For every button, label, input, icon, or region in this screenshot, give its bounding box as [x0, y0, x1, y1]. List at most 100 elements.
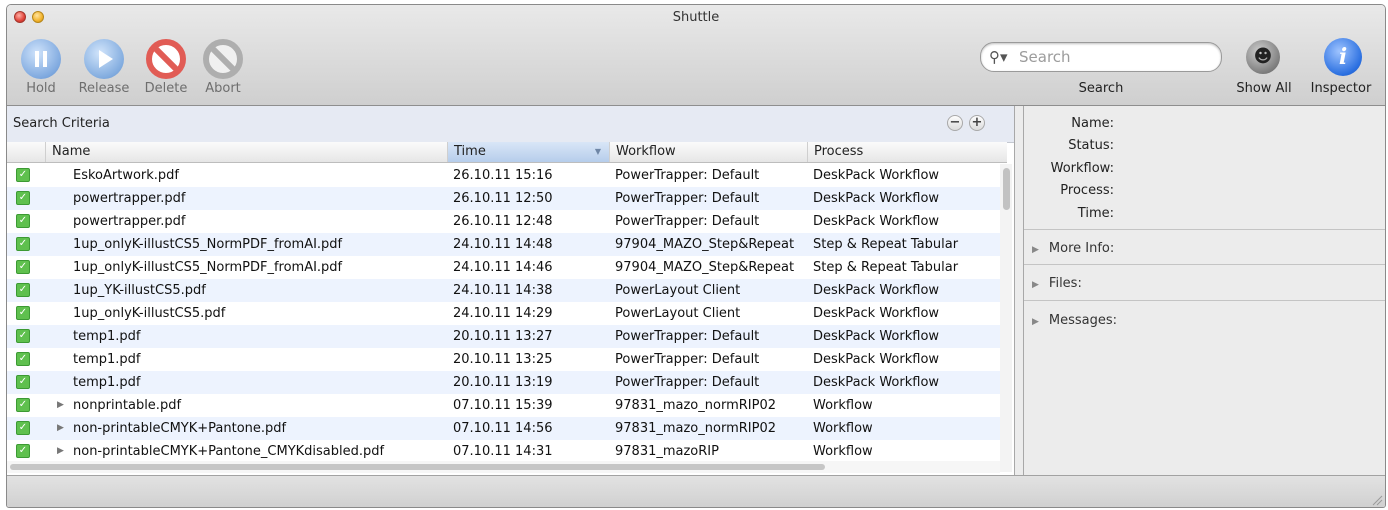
cell-time: 20.10.11 13:27: [453, 329, 553, 344]
checkbox[interactable]: ✓: [16, 260, 30, 274]
table-row[interactable]: ✓ 1up_onlyK-illustCS5_NormPDF_fromAI.pdf 2…: [7, 233, 1007, 256]
table-row[interactable]: ✓ 1up_onlyK-illustCS5.pdf 24.10.11 14:29 Po…: [7, 302, 1007, 325]
checkbox[interactable]: ✓: [16, 283, 30, 297]
release-label: Release: [78, 81, 130, 96]
cell-process: DeskPack Workflow: [813, 191, 940, 206]
cell-time: 20.10.11 13:19: [453, 375, 553, 390]
disclosure-triangle-icon[interactable]: ▶: [57, 440, 64, 463]
checkbox[interactable]: ✓: [16, 191, 30, 205]
cell-workflow: PowerTrapper: Default: [615, 352, 760, 367]
hold-button[interactable]: [21, 39, 61, 79]
files-section[interactable]: ▶ Files:: [1032, 276, 1082, 291]
inspector-divider: [1024, 229, 1385, 230]
checkbox[interactable]: ✓: [16, 237, 30, 251]
info-icon: i: [1338, 44, 1348, 70]
search-icon[interactable]: ⚲▾: [989, 48, 1008, 66]
show-all-button[interactable]: ☻: [1246, 40, 1280, 74]
checkbox[interactable]: ✓: [16, 329, 30, 343]
search-field[interactable]: ⚲▾: [980, 42, 1222, 72]
cell-process: DeskPack Workflow: [813, 283, 940, 298]
cell-process: DeskPack Workflow: [813, 352, 940, 367]
disclosure-triangle-icon[interactable]: ▶: [57, 417, 64, 440]
table-row[interactable]: ✓ temp1.pdf 20.10.11 13:19 PowerTrapper: De…: [7, 371, 1007, 394]
release-button[interactable]: [84, 39, 124, 79]
cell-workflow: PowerTrapper: Default: [615, 214, 760, 229]
abort-button[interactable]: [203, 39, 243, 79]
inspector-button[interactable]: i: [1324, 38, 1362, 76]
horizontal-scroll-thumb[interactable]: [10, 464, 825, 470]
table-row[interactable]: ✓ temp1.pdf 20.10.11 13:25 PowerTrapper: De…: [7, 348, 1007, 371]
cell-process: DeskPack Workflow: [813, 168, 940, 183]
table-row[interactable]: ✓ ▶ nonprintable.pdf 07.10.11 15:39 97831_ma…: [7, 394, 1007, 417]
cell-process: DeskPack Workflow: [813, 306, 940, 321]
horizontal-scrollbar[interactable]: [7, 461, 1000, 473]
checkbox[interactable]: ✓: [16, 444, 30, 458]
cell-name: powertrapper.pdf: [73, 214, 186, 229]
cell-workflow: PowerLayout Client: [615, 306, 741, 321]
cell-time: 26.10.11 12:48: [453, 214, 553, 229]
inspector-label: Inspector: [1310, 81, 1372, 96]
cell-name: 1up_onlyK-illustCS5_NormPDF_fromAI.pdf: [73, 260, 343, 275]
table-row[interactable]: ✓ 1up_YK-illustCS5.pdf 24.10.11 14:38 Power…: [7, 279, 1007, 302]
cell-time: 24.10.11 14:48: [453, 237, 553, 252]
column-header-workflow[interactable]: Workflow: [609, 142, 807, 162]
more-info-section[interactable]: ▶ More Info:: [1032, 241, 1114, 256]
prohibited-gray-icon: [208, 44, 238, 74]
abort-label: Abort: [205, 81, 241, 96]
table-header: Name Time ▼ Workflow Process: [7, 142, 1007, 163]
plus-icon: +: [971, 115, 983, 130]
column-header-name[interactable]: Name: [45, 142, 447, 162]
sort-descending-icon: ▼: [594, 147, 601, 156]
table-row[interactable]: ✓ ▶ non-printableCMYK+Pantone_CMYKdisabled…: [7, 440, 1007, 463]
cell-name: powertrapper.pdf: [73, 191, 186, 206]
cell-process: Workflow: [813, 444, 873, 459]
remove-criteria-button[interactable]: −: [947, 115, 963, 131]
vertical-scrollbar[interactable]: [1000, 164, 1012, 472]
status-bar: [7, 475, 1385, 507]
messages-label: Messages:: [1048, 313, 1118, 328]
checkbox[interactable]: ✓: [16, 421, 30, 435]
table-row[interactable]: ✓ powertrapper.pdf 26.10.11 12:50 PowerTrap…: [7, 187, 1007, 210]
shuttle-window: Shuttle Hold Release Delete Abort ⚲▾ Sea…: [6, 4, 1386, 508]
minus-icon: −: [949, 115, 961, 130]
cell-time: 07.10.11 14:56: [453, 421, 553, 436]
table-row[interactable]: ✓ ▶ non-printableCMYK+Pantone.pdf 07.10.11 …: [7, 417, 1007, 440]
cell-time: 20.10.11 13:25: [453, 352, 553, 367]
cell-time: 26.10.11 12:50: [453, 191, 553, 206]
cell-name: 1up_onlyK-illustCS5.pdf: [73, 306, 226, 321]
cell-name: temp1.pdf: [73, 375, 141, 390]
cell-time: 24.10.11 14:29: [453, 306, 553, 321]
table-row[interactable]: ✓ temp1.pdf 20.10.11 13:27 PowerTrapper: De…: [7, 325, 1007, 348]
cell-process: DeskPack Workflow: [813, 214, 940, 229]
checkbox[interactable]: ✓: [16, 306, 30, 320]
disclosure-triangle-icon[interactable]: ▶: [1032, 317, 1039, 327]
checkbox[interactable]: ✓: [16, 375, 30, 389]
pause-icon: [35, 51, 47, 67]
table-row[interactable]: ✓ powertrapper.pdf 26.10.11 12:48 PowerTrap…: [7, 210, 1007, 233]
disclosure-triangle-icon[interactable]: ▶: [1032, 245, 1039, 255]
messages-section[interactable]: ▶ Messages:: [1032, 313, 1117, 328]
column-header-time[interactable]: Time ▼: [447, 142, 609, 162]
checkbox[interactable]: ✓: [16, 398, 30, 412]
checkbox[interactable]: ✓: [16, 168, 30, 182]
vertical-scroll-thumb[interactable]: [1003, 168, 1010, 210]
inspector-divider: [1024, 300, 1385, 301]
table-row[interactable]: ✓ EskoArtwork.pdf 26.10.11 15:16 PowerTrapp…: [7, 164, 1007, 187]
cell-process: Step & Repeat Tabular: [813, 237, 959, 252]
cell-name: 1up_onlyK-illustCS5_NormPDF_fromAI.pdf: [73, 237, 343, 252]
checkbox[interactable]: ✓: [16, 214, 30, 228]
more-info-label: More Info:: [1048, 241, 1115, 256]
disclosure-triangle-icon[interactable]: ▶: [1032, 280, 1039, 290]
resize-grip-icon[interactable]: [1371, 494, 1383, 506]
checkbox[interactable]: ✓: [16, 352, 30, 366]
disclosure-triangle-icon[interactable]: ▶: [57, 394, 64, 417]
table-row[interactable]: ✓ 1up_onlyK-illustCS5_NormPDF_fromAI.pdf 2…: [7, 256, 1007, 279]
add-criteria-button[interactable]: +: [969, 115, 985, 131]
job-list-panel: Search Criteria − + Name Time ▼ Workflow…: [7, 106, 1015, 475]
cell-process: Step & Repeat Tabular: [813, 260, 959, 275]
cell-name: 1up_YK-illustCS5.pdf: [73, 283, 206, 298]
search-input[interactable]: [1017, 47, 1216, 67]
inspector-field-workflow: Workflow:: [1050, 161, 1114, 176]
delete-button[interactable]: [146, 39, 186, 79]
column-header-process[interactable]: Process: [807, 142, 999, 162]
